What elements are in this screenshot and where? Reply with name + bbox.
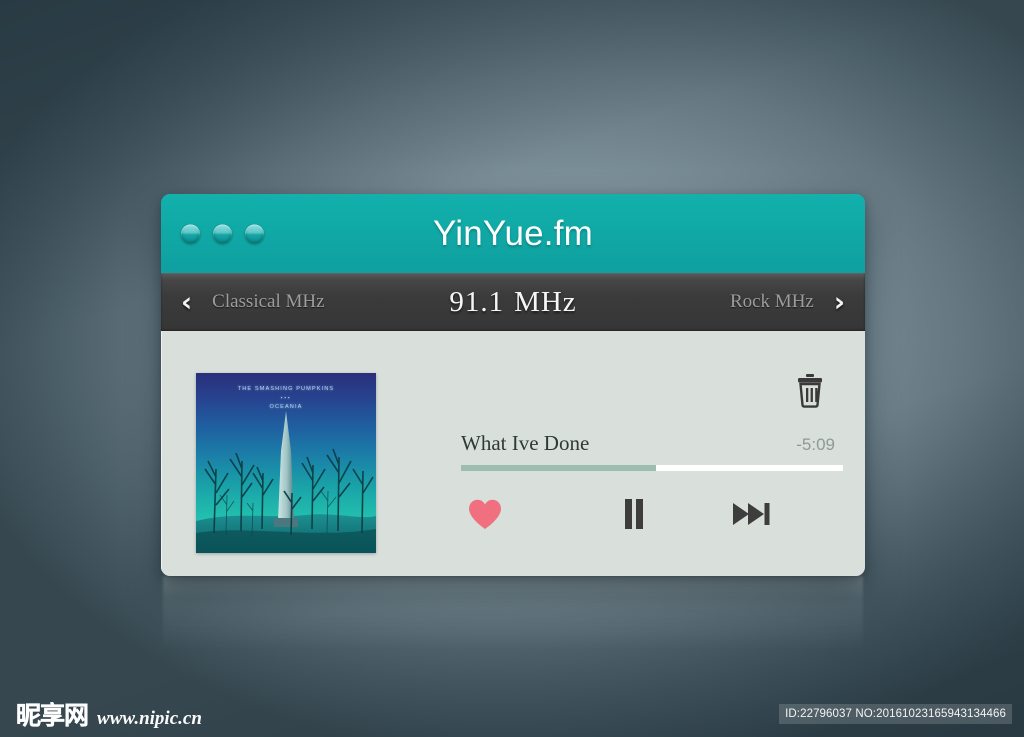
next-track-button[interactable] <box>729 491 775 537</box>
next-track-icon <box>733 503 770 525</box>
frequency-unit: MHz <box>514 285 577 318</box>
window-title-bar: YinYue.fm <box>161 194 865 273</box>
frequency-value: 91.1 <box>449 285 505 318</box>
track-title: What Ive Done <box>461 431 590 455</box>
close-button[interactable] <box>181 224 200 243</box>
heart-icon <box>469 499 501 529</box>
watermark-id-label: ID:22796037 NO:20161023165943134466 <box>779 704 1012 724</box>
minimize-button[interactable] <box>213 224 232 243</box>
progress-bar-fill <box>461 465 656 471</box>
track-time-remaining: -5:09 <box>796 435 835 454</box>
album-art-caption: THE SMASHING PUMPKINS ▪▪▪ OCEANIA <box>196 384 376 412</box>
trash-icon[interactable] <box>795 373 825 409</box>
station-bar: ‹ Classical MHz 91.1 MHz Rock MHz › <box>161 273 865 331</box>
album-separator: ▪▪▪ <box>280 395 292 401</box>
zoom-button[interactable] <box>245 224 264 243</box>
player-body: THE SMASHING PUMPKINS ▪▪▪ OCEANIA What I… <box>161 331 865 576</box>
watermark-site-name: 昵享网 <box>16 701 89 730</box>
watermark-site-url: www.nipic.cn <box>97 708 202 729</box>
app-title: YinYue.fm <box>432 213 594 253</box>
album-title: OCEANIA <box>269 404 303 411</box>
album-artwork: THE SMASHING PUMPKINS ▪▪▪ OCEANIA <box>196 373 376 553</box>
pause-icon <box>625 499 643 529</box>
trash-icon-glyph <box>798 374 822 408</box>
window-reflection <box>163 576 863 672</box>
album-artist: THE SMASHING PUMPKINS <box>237 386 335 392</box>
progress-bar[interactable] <box>461 465 843 471</box>
like-button[interactable] <box>463 491 507 537</box>
prev-station-label[interactable]: Classical MHz <box>212 291 324 313</box>
window-traffic-lights <box>181 224 264 243</box>
next-station-label[interactable]: Rock MHz <box>730 291 814 313</box>
play-pause-button[interactable] <box>616 491 652 537</box>
watermark-logo: 昵享网 www.nipic.cn <box>16 696 202 732</box>
chevron-left-icon[interactable]: ‹ <box>181 289 192 316</box>
watermark-bar: 昵享网 www.nipic.cn ID:22796037 NO:20161023… <box>0 691 1024 737</box>
playback-controls <box>461 491 843 541</box>
player-window: YinYue.fm ‹ Classical MHz 91.1 MHz Rock M… <box>161 194 865 576</box>
track-info-row: What Ive Done -5:09 <box>461 431 843 456</box>
chevron-right-icon[interactable]: › <box>834 289 845 316</box>
